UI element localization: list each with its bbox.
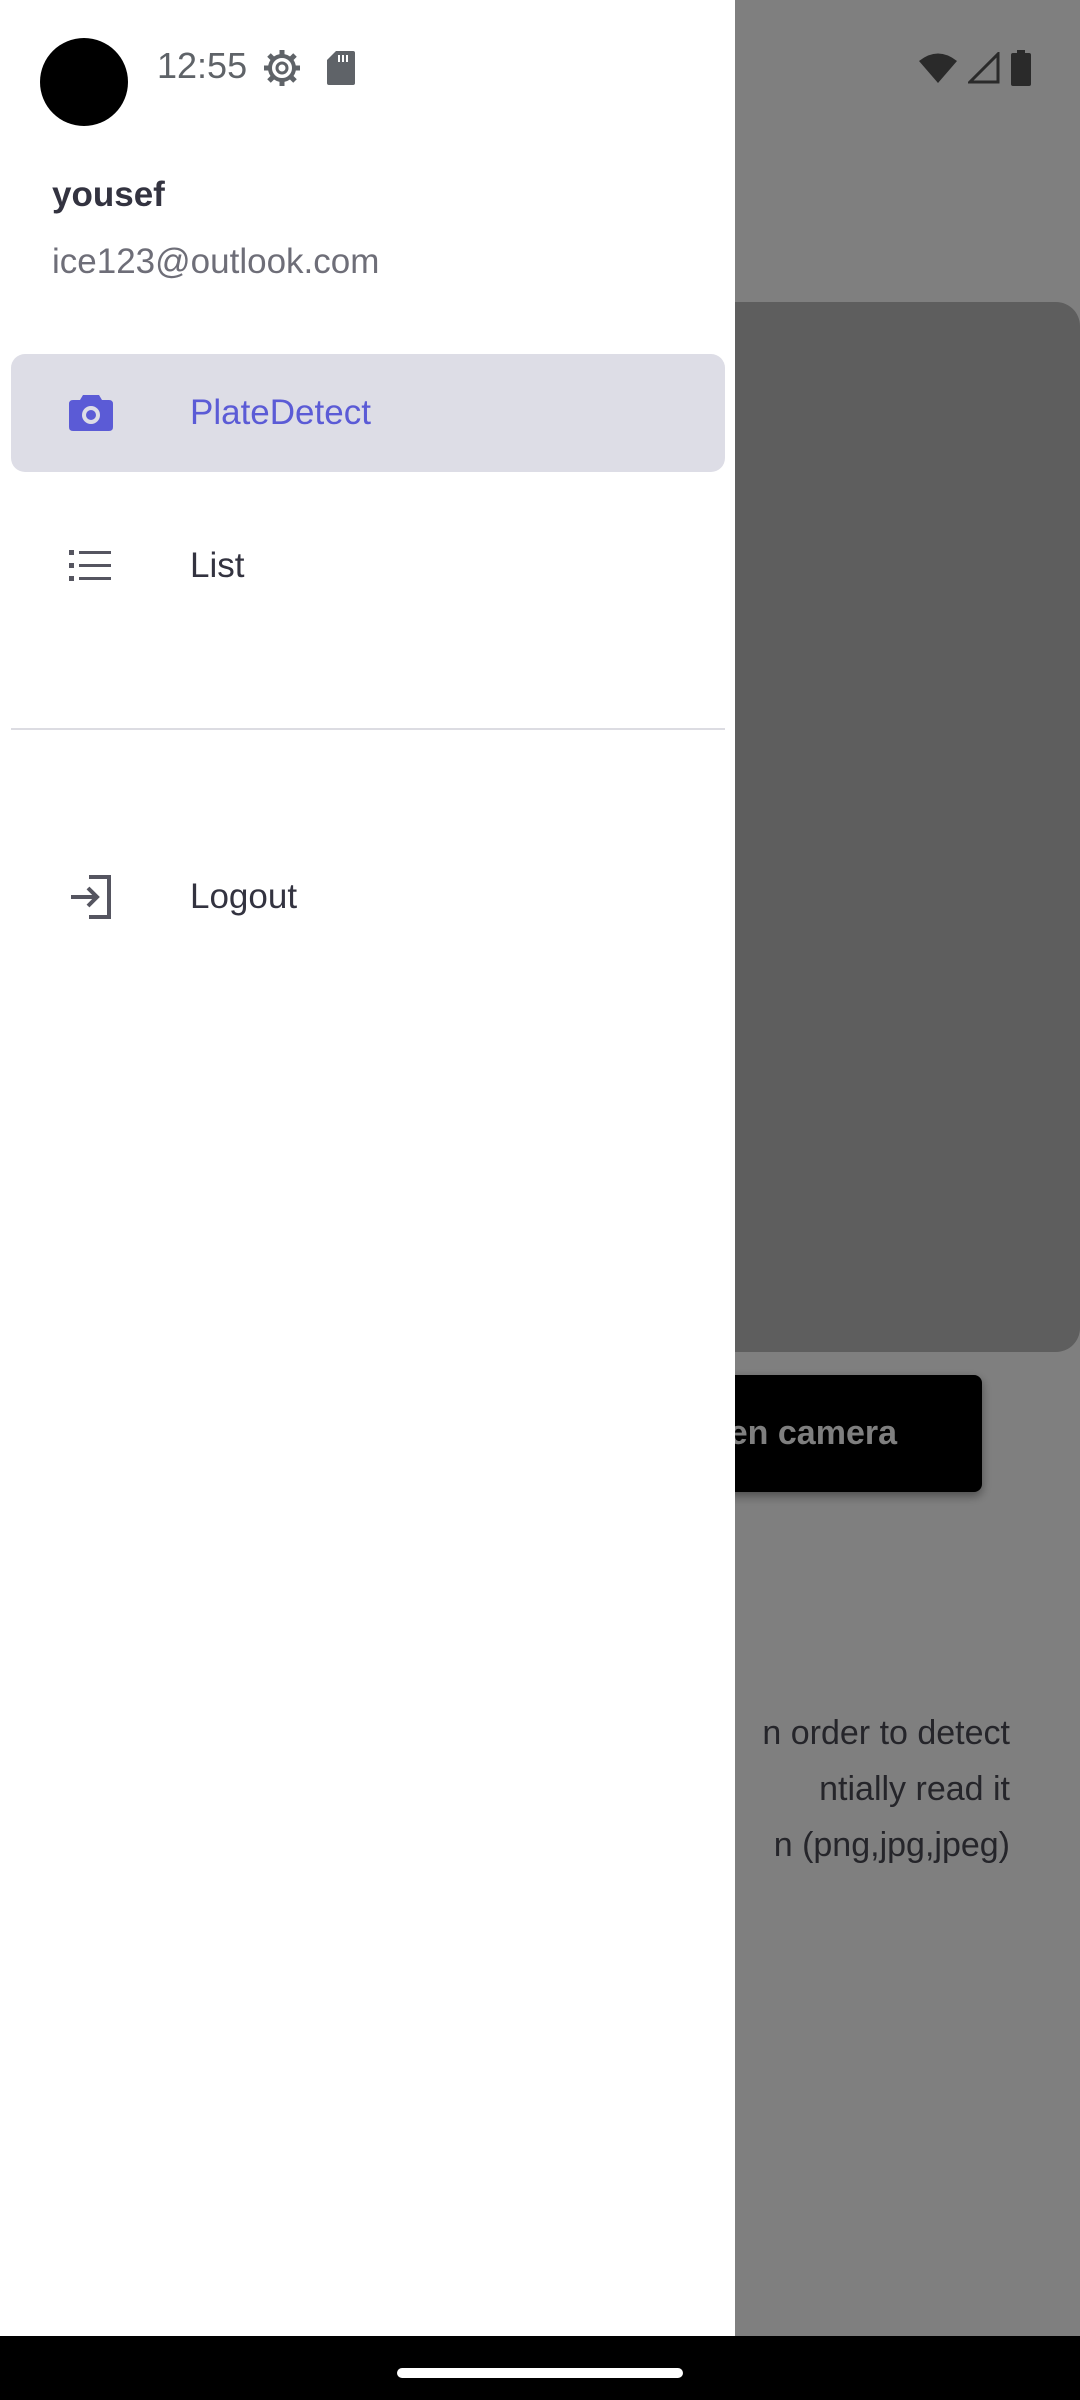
drawer-item-label: PlateDetect <box>190 393 371 432</box>
system-navigation-bar <box>0 2336 1080 2400</box>
drawer-item-platedetect[interactable]: PlateDetect <box>11 354 725 472</box>
wifi-icon <box>918 52 958 84</box>
drawer-divider <box>11 728 725 730</box>
camera-icon <box>67 389 115 437</box>
drawer-item-label: List <box>190 546 245 585</box>
status-icons-right <box>918 50 1032 86</box>
home-gesture-handle[interactable] <box>397 2368 683 2378</box>
login-arrow-icon <box>67 873 115 921</box>
navigation-drawer: 12:55 yousef ice123@outlook.com PlateDet… <box>0 0 735 2336</box>
user-name: yousef <box>52 175 165 214</box>
battery-icon <box>1010 50 1032 86</box>
gear-icon <box>263 49 301 92</box>
drawer-item-logout[interactable]: Logout <box>11 838 725 956</box>
logout-label: Logout <box>190 877 298 916</box>
status-time: 12:55 <box>157 45 248 86</box>
user-email: ice123@outlook.com <box>52 242 380 281</box>
sd-card-icon <box>327 51 355 90</box>
list-icon <box>67 542 115 590</box>
drawer-item-list[interactable]: List <box>11 507 725 625</box>
signal-icon <box>968 52 1000 84</box>
avatar <box>40 38 128 126</box>
